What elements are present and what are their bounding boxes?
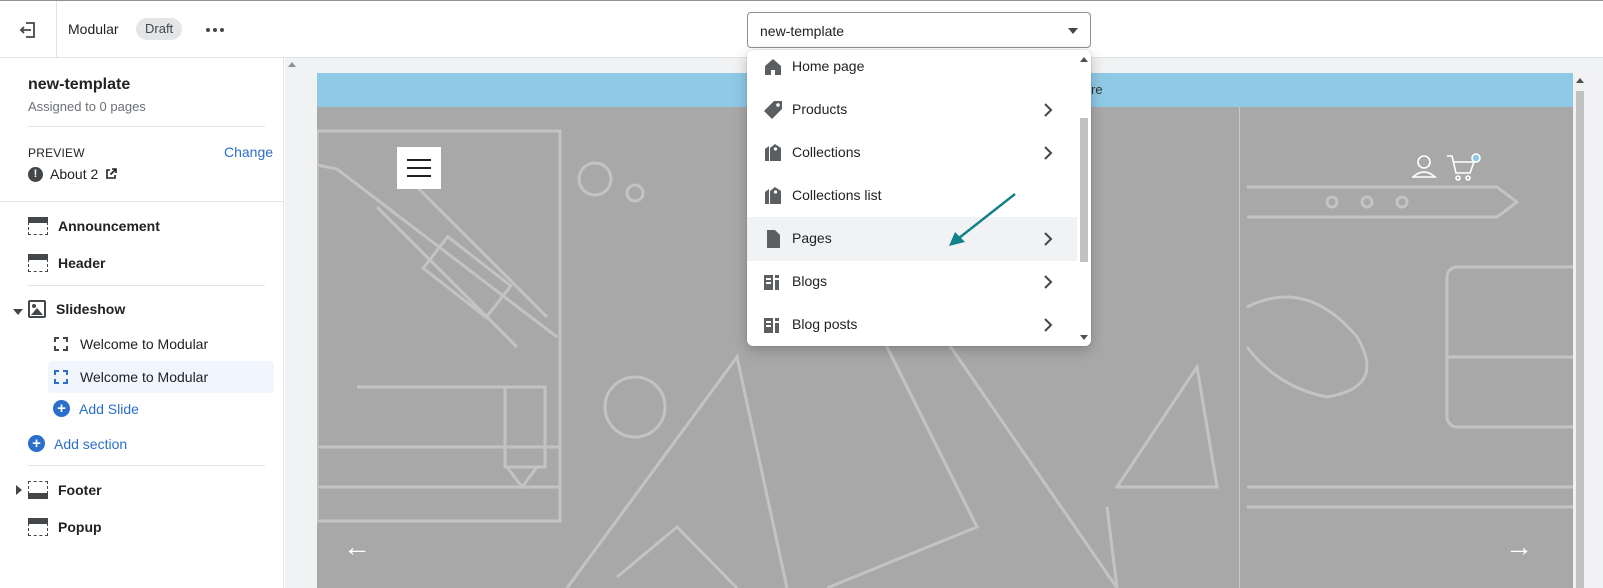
template-dropdown-menu: Home page Products Collections Collectio… <box>747 50 1091 346</box>
block-slide-selected[interactable]: Welcome to Modular <box>48 361 274 393</box>
caret-down-icon <box>1068 28 1078 34</box>
collections-list-icon <box>765 187 781 204</box>
page-icon <box>767 230 780 248</box>
section-footer[interactable]: Footer <box>28 476 102 504</box>
chevron-right-icon <box>1044 275 1053 289</box>
divider <box>0 201 284 202</box>
dropdown-scrollbar[interactable] <box>1077 50 1091 346</box>
collections-icon <box>765 144 781 161</box>
section-popup[interactable]: Popup <box>28 513 102 541</box>
home-icon <box>765 59 781 75</box>
section-label: Footer <box>58 482 102 498</box>
menu-item-home-page[interactable]: Home page <box>747 50 1077 89</box>
header-icons <box>1412 153 1481 181</box>
theme-name: Modular <box>68 21 119 37</box>
section-bottom-icon <box>28 481 48 499</box>
collapse-icon[interactable] <box>13 309 23 315</box>
section-top-icon <box>28 518 48 536</box>
menu-item-label: Home page <box>792 58 865 74</box>
announcement-text: re <box>1091 82 1103 97</box>
block-label: Welcome to Modular <box>80 369 209 385</box>
section-label: Header <box>58 255 106 271</box>
change-preview-link[interactable]: Change <box>224 144 273 160</box>
add-section-button[interactable]: + Add section <box>28 435 127 452</box>
expand-icon[interactable] <box>16 485 22 495</box>
scroll-up-icon[interactable] <box>1080 57 1088 62</box>
menu-item-pages[interactable]: Pages <box>747 217 1077 261</box>
section-label: Announcement <box>58 218 160 234</box>
divider <box>28 126 265 127</box>
account-icon[interactable] <box>1412 155 1438 178</box>
more-horizontal-icon <box>206 28 210 32</box>
section-label: Slideshow <box>56 301 126 317</box>
plus-circle-icon: + <box>53 400 70 417</box>
menu-icon <box>407 159 431 161</box>
section-slideshow[interactable]: Slideshow <box>28 295 125 323</box>
scroll-down-icon[interactable] <box>1080 335 1088 340</box>
add-slide-button[interactable]: + Add Slide <box>53 400 139 417</box>
template-select-value: new-template <box>760 23 845 39</box>
block-icon <box>54 337 68 351</box>
slideshow-next-arrow[interactable]: → <box>1505 531 1533 563</box>
plus-circle-icon: + <box>28 435 45 452</box>
menu-item-label: Blog posts <box>792 316 858 332</box>
hero-divider <box>1239 107 1240 588</box>
menu-item-blog-posts[interactable]: Blog posts <box>747 303 1077 346</box>
section-top-icon <box>28 217 48 235</box>
slideshow-prev-arrow[interactable]: ← <box>343 531 371 563</box>
scroll-up-icon[interactable] <box>288 62 296 67</box>
hamburger-menu-button[interactable] <box>397 147 441 189</box>
scrollbar-thumb[interactable] <box>1576 91 1584 588</box>
template-title: new-template <box>28 76 131 93</box>
block-label: Welcome to Modular <box>80 336 209 352</box>
divider <box>28 465 265 466</box>
preview-page-name: About 2 <box>50 166 99 182</box>
exit-button[interactable] <box>12 15 44 45</box>
menu-item-label: Pages <box>792 230 832 246</box>
chevron-right-icon <box>1044 232 1053 246</box>
exit-icon <box>19 22 35 38</box>
chevron-right-icon <box>1044 103 1053 117</box>
menu-item-label: Products <box>792 101 848 117</box>
block-icon <box>54 370 68 384</box>
sidebar: new-template Assigned to 0 pages PREVIEW… <box>0 58 284 588</box>
cart-icon[interactable] <box>1447 153 1481 181</box>
template-assigned-count: Assigned to 0 pages <box>28 99 146 114</box>
menu-item-products[interactable]: Products <box>747 88 1077 132</box>
menu-item-label: Collections list <box>792 187 882 203</box>
tag-icon <box>764 101 782 119</box>
divider <box>28 285 265 286</box>
scrollbar-thumb[interactable] <box>1080 118 1088 262</box>
frame-scrollbar[interactable] <box>1573 73 1587 588</box>
section-top-icon <box>28 254 48 272</box>
image-icon <box>28 300 46 318</box>
status-badge: Draft <box>136 18 183 40</box>
menu-item-label: Collections <box>792 144 861 160</box>
block-slide[interactable]: Welcome to Modular <box>48 328 274 360</box>
external-link-icon <box>106 168 118 179</box>
menu-item-label: Blogs <box>792 273 828 289</box>
topbar-divider <box>56 1 57 58</box>
menu-item-collections[interactable]: Collections <box>747 131 1077 175</box>
section-header[interactable]: Header <box>28 249 105 277</box>
preview-label: PREVIEW <box>28 146 85 160</box>
preview-page[interactable]: ! About 2 <box>28 166 118 182</box>
blog-icon <box>764 275 779 290</box>
warning-icon: ! <box>28 166 43 182</box>
blog-post-icon <box>764 318 779 333</box>
section-announcement[interactable]: Announcement <box>28 212 160 240</box>
add-slide-label: Add Slide <box>79 400 139 417</box>
more-actions-button[interactable] <box>200 15 230 45</box>
scroll-up-icon[interactable] <box>1576 78 1584 83</box>
template-select[interactable]: new-template <box>747 12 1091 48</box>
add-section-label: Add section <box>54 435 128 452</box>
chevron-right-icon <box>1044 318 1053 332</box>
menu-item-collections-list[interactable]: Collections list <box>747 174 1077 218</box>
chevron-right-icon <box>1044 146 1053 160</box>
menu-item-blogs[interactable]: Blogs <box>747 260 1077 304</box>
section-label: Popup <box>58 519 102 535</box>
